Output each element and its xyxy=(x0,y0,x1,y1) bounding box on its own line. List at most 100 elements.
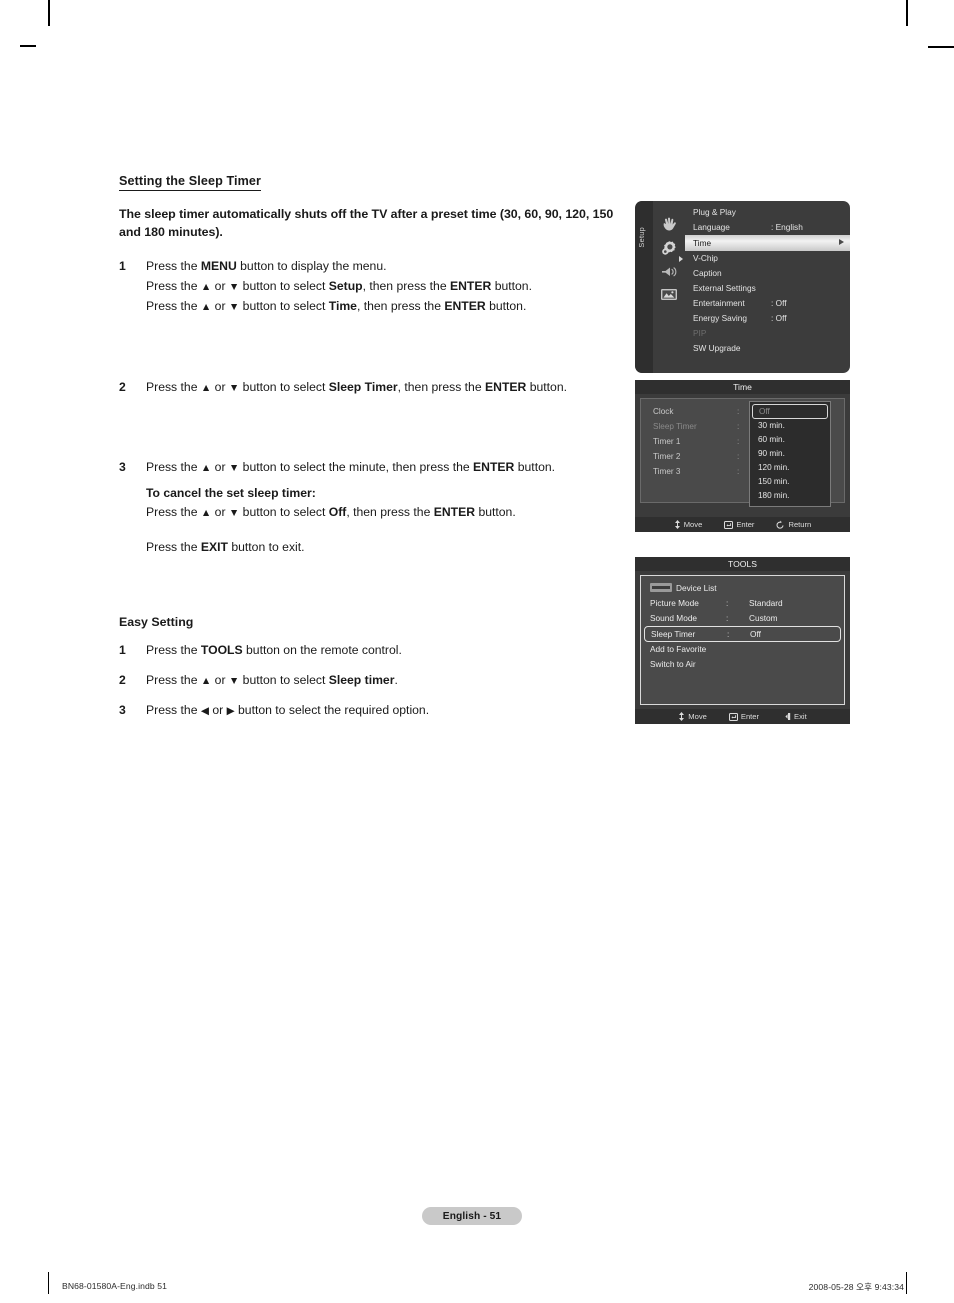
page-number-badge: English - 51 xyxy=(422,1207,522,1225)
footer-exit[interactable]: Exit xyxy=(781,709,807,724)
label: Entertainment xyxy=(693,298,745,308)
sleep-timer-dropdown[interactable]: Off 30 min. 60 min. 90 min. 120 min. 150… xyxy=(749,401,831,507)
easy-step-2-body: Press the ▲ or ▼ button to select Sleep … xyxy=(146,671,619,692)
step-2: 2 Press the ▲ or ▼ button to select Slee… xyxy=(119,378,619,399)
dropdown-option-90-min[interactable]: 90 min. xyxy=(750,447,830,461)
text: Press the xyxy=(146,259,201,274)
tools-row-add-to-favorite[interactable]: Add to Favorite xyxy=(641,642,844,657)
osd-setup-row-sw-upgrade[interactable]: SW Upgrade xyxy=(685,341,850,356)
text: or xyxy=(211,278,229,293)
easy-step-2-line: Press the ▲ or ▼ button to select Sleep … xyxy=(146,671,619,692)
colon: : xyxy=(737,437,740,446)
tools-row-picture-mode[interactable]: Picture Mode : Standard xyxy=(641,596,844,611)
dropdown-option-180-min[interactable]: 180 min. xyxy=(750,489,830,503)
footer-filename: BN68-01580A-Eng.indb 51 xyxy=(62,1281,168,1291)
enter-key-icon xyxy=(724,520,734,529)
osd-time-row-timer-2[interactable]: Timer 2: xyxy=(641,449,753,464)
down-arrow-icon: ▼ xyxy=(228,674,240,687)
osd-time-row-clock[interactable]: Clock: xyxy=(641,404,753,419)
osd-setup-row-entertainment[interactable]: Entertainment : Off xyxy=(685,296,850,311)
text: , then press the xyxy=(346,505,434,520)
footer-move[interactable]: Move xyxy=(678,709,707,724)
tools-row-sound-mode[interactable]: Sound Mode : Custom xyxy=(641,611,844,626)
osd-setup-row-plug-and-play[interactable]: Plug & Play xyxy=(685,205,850,220)
crop-mark-top-right-vertical xyxy=(906,0,908,26)
dropdown-option-120-min[interactable]: 120 min. xyxy=(750,461,830,475)
osd-time-title: Time xyxy=(635,380,850,394)
step-1-number: 1 xyxy=(119,259,126,274)
down-arrow-icon: ▼ xyxy=(228,280,240,293)
osd-time-body: Clock: Sleep Timer: Timer 1: Timer 2: Ti… xyxy=(640,398,845,507)
gear-setup-icon[interactable] xyxy=(658,239,680,257)
label: Caption xyxy=(693,268,722,278)
osd-tools-title: TOOLS xyxy=(635,557,850,571)
step-2-number: 2 xyxy=(119,379,126,394)
label: Energy Saving xyxy=(693,313,747,323)
up-arrow-icon: ▲ xyxy=(200,301,212,314)
text: button. xyxy=(514,460,556,475)
input-hand-icon[interactable] xyxy=(658,215,680,233)
osd-setup-icon-column xyxy=(653,201,685,373)
step-2-body: Press the ▲ or ▼ button to select Sleep … xyxy=(146,378,619,399)
osd-setup-row-v-chip[interactable]: V-Chip xyxy=(685,251,850,266)
step-3-exit-line: Press the EXIT button to exit. xyxy=(146,538,619,558)
label: Language xyxy=(693,222,730,232)
osd-time-row-timer-3[interactable]: Timer 3: xyxy=(641,464,753,479)
osd-setup-rail: Setup xyxy=(635,201,653,373)
label: Timer 1 xyxy=(653,437,681,446)
osd-setup-row-external-settings[interactable]: External Settings xyxy=(685,281,850,296)
down-arrow-icon: ▼ xyxy=(228,507,240,520)
tools-row-sleep-timer[interactable]: Sleep Timer : Off xyxy=(644,626,841,642)
easy-setting-heading: Easy Setting xyxy=(119,615,194,630)
dropdown-option-off[interactable]: Off xyxy=(752,404,828,419)
text: button to display the menu. xyxy=(236,259,387,274)
text: Press the xyxy=(146,379,201,394)
tools-row-device-list[interactable]: Device List xyxy=(641,581,844,596)
text: , then press the xyxy=(397,379,486,394)
osd-time-menu: Time Clock: Sleep Timer: Timer 1: Timer … xyxy=(635,380,850,532)
dropdown-option-60-min[interactable]: 60 min. xyxy=(750,433,830,447)
up-arrow-icon: ▲ xyxy=(200,462,212,475)
text: button. xyxy=(475,505,516,520)
footer-move[interactable]: Move xyxy=(674,517,702,532)
osd-time-item-list: Clock: Sleep Timer: Timer 1: Timer 2: Ti… xyxy=(641,404,753,479)
tools-button-label: TOOLS xyxy=(200,643,243,658)
text: or xyxy=(211,460,229,475)
down-arrow-icon: ▼ xyxy=(228,381,240,394)
sound-icon[interactable] xyxy=(658,263,680,281)
value: Custom xyxy=(749,613,778,623)
osd-tools-body: Device List Picture Mode : Standard Soun… xyxy=(640,575,845,705)
time-label: Time xyxy=(328,299,357,314)
footer-return-label: Return xyxy=(788,520,812,529)
easy-step-1-number: 1 xyxy=(119,643,126,658)
osd-setup-row-energy-saving[interactable]: Energy Saving : Off xyxy=(685,311,850,326)
osd-setup-shell: Setup Plug & Play Language: English Tim… xyxy=(635,201,850,373)
text: button. xyxy=(526,379,567,394)
colon: : xyxy=(737,452,740,461)
label: Add to Favorite xyxy=(650,644,707,654)
osd-time-row-sleep-timer[interactable]: Sleep Timer: xyxy=(641,419,753,434)
device-list-icon xyxy=(650,583,672,592)
dropdown-option-30-min[interactable]: 30 min. xyxy=(750,419,830,433)
text: or xyxy=(211,379,229,394)
down-arrow-icon: ▼ xyxy=(228,301,240,314)
easy-step-1: 1 Press the TOOLS button on the remote c… xyxy=(119,641,619,661)
text: Press the xyxy=(146,539,201,554)
osd-setup-row-language[interactable]: Language : English xyxy=(685,220,850,235)
dropdown-option-150-min[interactable]: 150 min. xyxy=(750,475,830,489)
value: : English xyxy=(771,222,803,232)
footer-enter[interactable]: Enter xyxy=(728,709,759,724)
footer-exit-label: Exit xyxy=(794,712,807,721)
tools-row-switch-to-air[interactable]: Switch to Air xyxy=(641,657,844,672)
picture-icon[interactable] xyxy=(658,285,680,303)
osd-setup-row-caption[interactable]: Caption xyxy=(685,266,850,281)
osd-setup-row-time[interactable]: Time xyxy=(685,235,850,251)
footer-return[interactable]: Return xyxy=(776,517,811,532)
footer-enter[interactable]: Enter xyxy=(724,517,754,532)
exit-icon xyxy=(785,713,791,720)
osd-time-row-timer-1[interactable]: Timer 1: xyxy=(641,434,753,449)
label: V-Chip xyxy=(693,253,718,263)
text: button to select xyxy=(239,672,329,687)
text: Press the xyxy=(146,505,201,520)
enter-key-icon xyxy=(728,712,738,721)
